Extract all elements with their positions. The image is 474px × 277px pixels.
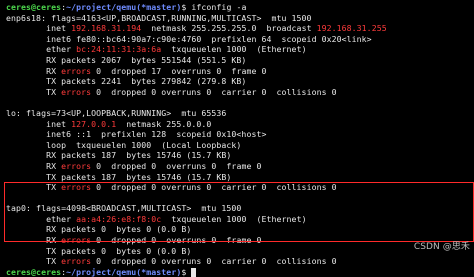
output-line: RX packets 187 bytes 15746 (15.7 KB) [6,150,232,161]
output-line: TX errors 0 dropped 0 overruns 0 carrier… [6,182,337,193]
broadcast-address: 192.168.31.255 [316,23,387,34]
prompt-line[interactable]: ceres@ceres:~/project/qemu(*master)$ [6,267,474,277]
iface-header-enp6s18: enp6s18: flags=4163<UP,BROADCAST,RUNNING… [6,12,312,23]
output-line: loop txqueuelen 1000 (Local Loopback) [6,139,242,150]
output-line: TX packets 187 bytes 15746 (15.7 KB) [6,171,232,182]
command-text: ifconfig -a [191,2,247,12]
command-line: ceres@ceres:~/project/qemu(*master)$ ifc… [6,2,474,13]
output-line: inet6 fe80::bc64:90a7:c90e:4760 prefixle… [6,33,372,44]
output-line: RX errors 0 dropped 0 overruns 0 frame 0 [6,235,262,246]
output-line: ether aa:a4:26:e8:f8:0c txqueuelen 1000 … [6,213,307,224]
output-line: TX packets 0 bytes 0 (0.0 B) [6,245,192,256]
iface-header-lo: lo: flags=73<UP,LOOPBACK,RUNNING> mtu 65… [6,107,227,118]
terminal-window[interactable]: ceres@ceres:~/project/qemu(*master)$ ifc… [0,0,474,277]
prompt-user-host: ceres@ceres [6,2,62,12]
text-cursor [191,267,197,277]
output-line: inet6 ::1 prefixlen 128 scopeid 0x10<hos… [6,129,267,140]
errors-label: errors [61,160,92,171]
errors-label: errors [61,86,92,97]
iface-header-tap0: tap0: flags=4098<BROADCAST,MULTICAST> mt… [6,203,242,214]
csdn-watermark: CSDN @思禾 [413,242,470,253]
ip-address: 127.0.0.1 [71,118,117,129]
output-line: RX packets 0 bytes 0 (0.0 B) [6,224,192,235]
output-line: RX errors 0 dropped 0 overruns 0 frame 0 [6,160,262,171]
prompt-path: ~/project/qemu(*master) [66,266,182,277]
errors-label: errors [61,235,92,246]
output-line: inet 192.168.31.194 netmask 255.255.255.… [6,23,387,34]
prompt-path: ~/project/qemu(*master) [66,2,182,12]
prompt-user-host: ceres@ceres [6,266,62,277]
output-line: RX errors 0 dropped 17 overruns 0 frame … [6,65,267,76]
output-line: TX errors 0 dropped 0 overruns 0 carrier… [6,86,337,97]
output-line: TX errors 0 dropped 0 overruns 0 carrier… [6,256,337,267]
output-line: RX packets 2067 bytes 551544 (551.5 KB) [6,54,247,65]
mac-address: bc:24:11:31:3a:6a [76,44,162,55]
errors-label: errors [61,256,92,267]
errors-label: errors [61,65,92,76]
errors-label: errors [61,182,92,193]
ip-address: 192.168.31.194 [71,23,142,34]
output-line: TX packets 2241 bytes 279842 (279.8 KB) [6,76,247,87]
output-line: inet 127.0.0.1 netmask 255.0.0.0 [6,118,212,129]
output-line: ether bc:24:11:31:3a:6a txqueuelen 1000 … [6,44,307,55]
mac-address: aa:a4:26:e8:f8:0c [76,213,162,224]
